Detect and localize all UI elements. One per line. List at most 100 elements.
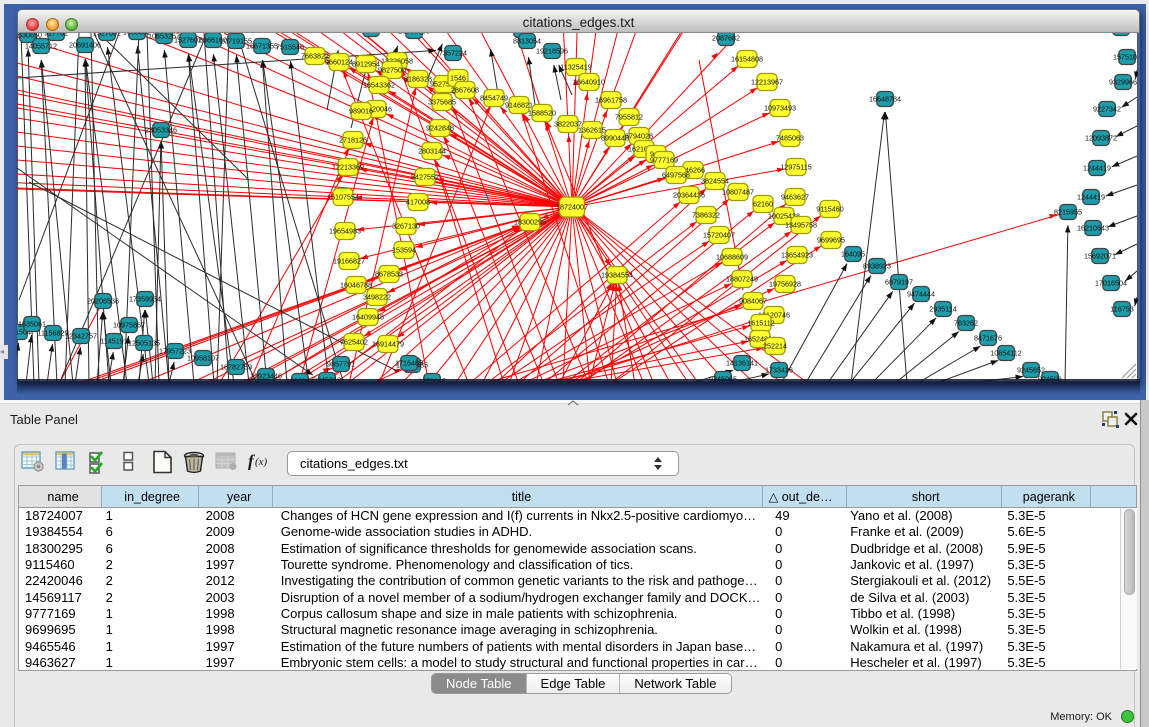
svg-text:16914479: 16914479	[372, 339, 404, 348]
svg-text:1575107: 1575107	[1113, 52, 1138, 61]
svg-text:20691406: 20691406	[69, 40, 101, 49]
svg-text:11156829: 11156829	[38, 328, 69, 337]
svg-text:10807487: 10807487	[722, 187, 754, 196]
svg-text:16033809: 16033809	[398, 33, 430, 35]
svg-text:10973493: 10973493	[764, 103, 796, 112]
svg-text:20206536: 20206536	[87, 296, 119, 305]
svg-text:164095: 164095	[841, 249, 865, 258]
svg-text:12505135: 12505135	[128, 338, 160, 347]
svg-text:16154808: 16154808	[731, 54, 763, 63]
svg-text:16640910: 16640910	[573, 77, 605, 86]
svg-text:16671355: 16671355	[246, 41, 278, 50]
svg-text:15692071: 15692071	[1084, 251, 1116, 260]
svg-text:17016504: 17016504	[1095, 278, 1127, 287]
svg-text:16961758: 16961758	[595, 95, 627, 104]
svg-text:1733426: 1733426	[765, 365, 793, 374]
svg-text:16046788: 16046788	[340, 280, 372, 289]
svg-text:1615112: 1615112	[747, 318, 774, 327]
svg-text:12342757: 12342757	[65, 331, 97, 340]
svg-text:7485063: 7485063	[776, 133, 804, 142]
svg-text:7955812: 7955812	[615, 112, 643, 121]
svg-text:13654923: 13654923	[781, 250, 813, 259]
svg-text:917762: 917762	[44, 33, 68, 37]
svg-text:2087682: 2087682	[712, 33, 740, 42]
svg-text:20364436: 20364436	[673, 190, 705, 199]
svg-text:7386322: 7386322	[692, 210, 720, 219]
svg-text:1063852: 1063852	[123, 33, 151, 36]
svg-text:15720407: 15720407	[703, 230, 735, 239]
svg-text:16782759: 16782759	[220, 362, 252, 371]
svg-text:153594: 153594	[392, 245, 416, 254]
svg-text:19654983: 19654983	[329, 226, 361, 235]
svg-text:16648784: 16648784	[869, 94, 901, 103]
svg-text:1145191: 1145191	[100, 336, 127, 345]
svg-text:8427552: 8427552	[411, 172, 439, 181]
svg-text:19218596: 19218596	[536, 46, 568, 55]
svg-text:23053346: 23053346	[145, 125, 177, 134]
svg-text:8813054: 8813054	[513, 36, 541, 45]
svg-text:2935114: 2935114	[929, 304, 956, 313]
svg-text:11325419: 11325419	[560, 62, 591, 71]
svg-text:8215955: 8215955	[1054, 207, 1082, 216]
svg-text:(x): (x)	[255, 456, 268, 468]
svg-text:16543362: 16543362	[363, 80, 395, 89]
svg-text:9777169: 9777169	[650, 155, 678, 164]
svg-text:1535061: 1535061	[18, 319, 46, 328]
svg-text:3267130: 3267130	[392, 221, 420, 230]
svg-text:3824554: 3824554	[701, 176, 729, 185]
svg-text:1588520: 1588520	[528, 108, 556, 117]
svg-text:1244419: 1244419	[1083, 163, 1111, 172]
svg-text:9242848: 9242848	[426, 123, 454, 132]
svg-text:17359934: 17359934	[129, 294, 161, 303]
svg-text:10958107: 10958107	[187, 353, 219, 362]
svg-text:7357224: 7357224	[439, 48, 467, 57]
svg-text:8454749: 8454749	[480, 93, 508, 102]
svg-text:6794028: 6794028	[625, 131, 653, 140]
svg-text:9857791: 9857791	[327, 359, 355, 368]
svg-text:12093872: 12093872	[1085, 133, 1117, 142]
svg-text:16210643: 16210643	[1077, 223, 1109, 232]
svg-text:12213967: 12213967	[751, 77, 783, 86]
svg-text:2718126: 2718126	[339, 135, 367, 144]
svg-text:7515546: 7515546	[276, 42, 304, 51]
svg-text:2867608: 2867608	[451, 85, 479, 94]
svg-text:7625402: 7625402	[340, 337, 368, 346]
svg-text:16409948: 16409948	[352, 312, 384, 321]
svg-text:9329966: 9329966	[1109, 77, 1137, 86]
svg-text:6879197: 6879197	[885, 277, 913, 286]
svg-text:10688609: 10688609	[716, 252, 748, 261]
svg-text:9827500: 9827500	[378, 65, 406, 74]
svg-text:1244419: 1244419	[1077, 192, 1105, 201]
svg-text:18724007: 18724007	[556, 202, 588, 211]
svg-text:2803144: 2803144	[418, 146, 446, 155]
svg-text:19166827: 19166827	[333, 256, 365, 265]
svg-text:252214: 252214	[763, 341, 787, 350]
svg-text:1527602: 1527602	[93, 33, 121, 37]
svg-text:116753: 116753	[1110, 304, 1133, 313]
svg-text:9463627: 9463627	[781, 192, 809, 201]
svg-text:14055712: 14055712	[25, 41, 57, 50]
svg-text:8186328: 8186328	[404, 74, 432, 83]
svg-text:62160: 62160	[753, 199, 773, 208]
svg-text:8912954: 8912954	[352, 59, 380, 68]
svg-text:16107554: 16107554	[327, 192, 359, 201]
svg-text:3375685: 3375685	[428, 97, 456, 106]
svg-text:10975867: 10975867	[113, 320, 145, 329]
svg-text:9699695: 9699695	[817, 235, 845, 244]
svg-text:13495758: 13495758	[785, 220, 817, 229]
svg-text:12975115: 12975115	[780, 162, 811, 171]
svg-text:9084067: 9084067	[739, 296, 767, 305]
svg-text:9227342: 9227342	[1093, 104, 1121, 113]
svg-text:8678533: 8678533	[375, 269, 403, 278]
svg-text:10654112: 10654112	[990, 348, 1021, 357]
svg-text:1716485: 1716485	[395, 358, 423, 367]
svg-text:18300295: 18300295	[514, 217, 546, 226]
svg-text:9660124: 9660124	[325, 57, 353, 66]
svg-text:9115460: 9115460	[816, 204, 843, 213]
svg-text:12213369: 12213369	[332, 162, 364, 171]
svg-text:989016: 989016	[349, 106, 373, 115]
svg-text:19756928: 19756928	[769, 279, 801, 288]
svg-text:1527602: 1527602	[174, 35, 202, 44]
svg-text:14136141: 14136141	[726, 358, 758, 367]
svg-text:9474444: 9474444	[907, 289, 935, 298]
